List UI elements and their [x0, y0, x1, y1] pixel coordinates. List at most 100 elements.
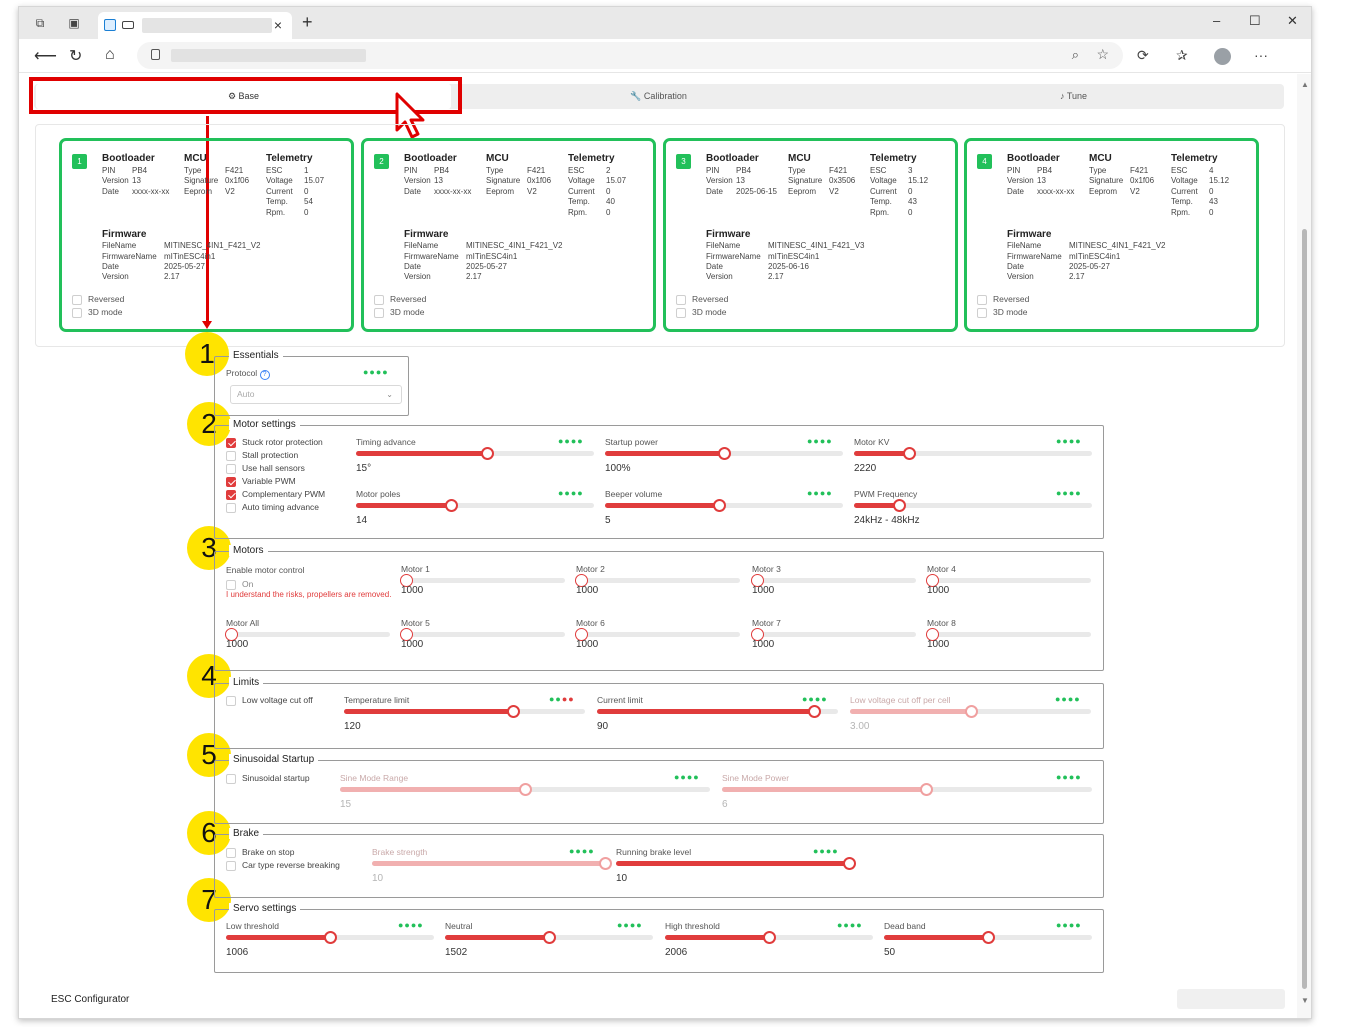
motor-setting-checkbox[interactable]: Use hall sensors — [226, 463, 305, 474]
slider-handle[interactable] — [964, 705, 978, 718]
slider-track[interactable] — [597, 705, 838, 718]
checkbox-box[interactable] — [676, 307, 686, 318]
slider-track[interactable] — [372, 857, 612, 870]
motor-track[interactable] — [926, 574, 1091, 587]
checkbox-box[interactable] — [977, 307, 987, 318]
slider-handle[interactable] — [718, 447, 731, 460]
motor-setting-checkbox[interactable]: Variable PWM — [226, 476, 296, 487]
slider-track[interactable] — [356, 499, 594, 512]
motor-track[interactable] — [575, 574, 740, 587]
slider-handle[interactable] — [480, 447, 494, 460]
checkbox-box[interactable] — [226, 579, 236, 590]
low-voltage-cutoff-checkbox[interactable]: Low voltage cut off — [226, 695, 313, 706]
extensions-icon[interactable]: ⟳ — [1137, 47, 1149, 64]
slider-handle[interactable] — [919, 783, 933, 796]
car-type-reverse-checkbox[interactable]: Car type reverse breaking — [226, 860, 340, 871]
motor-track[interactable] — [400, 628, 565, 641]
reversed-checkbox[interactable]: Reversed — [977, 294, 1029, 305]
checkbox-box[interactable] — [226, 476, 236, 487]
more-menu-icon[interactable]: ··· — [1254, 47, 1268, 63]
slider-handle[interactable] — [763, 931, 776, 944]
slider-handle[interactable] — [893, 499, 907, 512]
workspaces-icon[interactable]: ⧉ — [32, 16, 48, 30]
motor-track[interactable] — [926, 628, 1091, 641]
reversed-checkbox[interactable]: Reversed — [676, 294, 728, 305]
3d-mode-checkbox[interactable]: 3D mode — [72, 307, 123, 318]
checkbox-box[interactable] — [374, 294, 384, 305]
checkbox-box[interactable] — [226, 860, 236, 871]
slider-track[interactable] — [854, 447, 1092, 460]
reversed-checkbox[interactable]: Reversed — [72, 294, 124, 305]
favorites-icon[interactable]: ✰ — [1176, 47, 1188, 64]
address-bar[interactable]: ⌕ ☆ — [137, 42, 1123, 69]
slider-handle[interactable] — [982, 931, 995, 944]
tab-close-icon[interactable]: × — [274, 17, 282, 33]
close-window-icon[interactable]: ✕ — [1287, 13, 1298, 29]
reload-icon[interactable]: ↻ — [69, 46, 82, 66]
profile-avatar[interactable] — [1214, 48, 1231, 65]
slider-track[interactable] — [665, 931, 873, 944]
checkbox-box[interactable] — [226, 847, 236, 858]
scroll-up-icon[interactable]: ▲ — [1301, 80, 1309, 89]
browser-tab[interactable]: × — [98, 12, 292, 39]
vertical-scrollbar[interactable]: ▲ ▼ — [1297, 74, 1311, 1018]
slider-track[interactable] — [850, 705, 1091, 718]
sinusoidal-startup-checkbox[interactable]: Sinusoidal startup — [226, 773, 310, 784]
slider-track[interactable] — [340, 783, 710, 796]
slider-handle[interactable] — [807, 705, 821, 718]
slider-track[interactable] — [605, 447, 843, 460]
motor-setting-checkbox[interactable]: Complementary PWM — [226, 489, 325, 500]
checkbox-box[interactable] — [374, 307, 384, 318]
help-icon[interactable]: ? — [259, 370, 270, 380]
slider-handle[interactable] — [599, 857, 612, 870]
slider-handle[interactable] — [519, 783, 532, 796]
slider-track[interactable] — [616, 857, 856, 870]
slider-handle[interactable] — [543, 931, 556, 944]
checkbox-box[interactable] — [977, 294, 987, 305]
favorite-star-icon[interactable]: ☆ — [1096, 46, 1109, 63]
checkbox-box[interactable] — [226, 695, 236, 706]
checkbox-box[interactable] — [226, 773, 236, 784]
motor-track[interactable] — [400, 574, 565, 587]
checkbox-box[interactable] — [72, 294, 82, 305]
motor-track[interactable] — [225, 628, 390, 641]
checkbox-box[interactable] — [226, 437, 236, 448]
slider-track[interactable] — [605, 499, 843, 512]
checkbox-box[interactable] — [72, 307, 82, 318]
3d-mode-checkbox[interactable]: 3D mode — [977, 307, 1028, 318]
3d-mode-checkbox[interactable]: 3D mode — [374, 307, 425, 318]
motor-track[interactable] — [751, 574, 916, 587]
slider-track[interactable] — [854, 499, 1092, 512]
maximize-icon[interactable]: ☐ — [1249, 13, 1261, 29]
motor-setting-checkbox[interactable]: Auto timing advance — [226, 502, 319, 513]
slider-handle[interactable] — [902, 447, 916, 460]
tab-tune[interactable]: ♪ Tune — [866, 84, 1281, 109]
checkbox-box[interactable] — [226, 450, 236, 461]
motor-setting-checkbox[interactable]: Stall protection — [226, 450, 298, 461]
slider-track[interactable] — [445, 931, 653, 944]
protocol-select[interactable]: Auto ⌄ — [230, 385, 402, 404]
tab-actions-icon[interactable]: ▣ — [66, 16, 82, 30]
slider-track[interactable] — [344, 705, 585, 718]
motor-setting-checkbox[interactable]: Stuck rotor protection — [226, 437, 323, 448]
checkbox-box[interactable] — [226, 489, 236, 500]
slider-track[interactable] — [884, 931, 1092, 944]
checkbox-box[interactable] — [226, 463, 236, 474]
zoom-icon[interactable]: ⌕ — [1072, 47, 1079, 63]
scrollbar-thumb[interactable] — [1302, 229, 1307, 989]
tab-calibration[interactable]: 🔧 Calibration — [451, 84, 866, 109]
motor-control-on-checkbox[interactable]: On — [226, 579, 253, 590]
slider-handle[interactable] — [713, 499, 727, 512]
new-tab-icon[interactable]: + — [302, 12, 313, 33]
slider-handle[interactable] — [324, 931, 337, 944]
slider-handle[interactable] — [506, 705, 520, 718]
slider-handle[interactable] — [445, 499, 459, 512]
checkbox-box[interactable] — [676, 294, 686, 305]
motor-track[interactable] — [751, 628, 916, 641]
slider-track[interactable] — [226, 931, 434, 944]
motor-track[interactable] — [575, 628, 740, 641]
3d-mode-checkbox[interactable]: 3D mode — [676, 307, 727, 318]
slider-track[interactable] — [356, 447, 594, 460]
home-icon[interactable]: ⌂ — [105, 46, 115, 64]
back-icon[interactable]: ⟵ — [34, 46, 57, 66]
